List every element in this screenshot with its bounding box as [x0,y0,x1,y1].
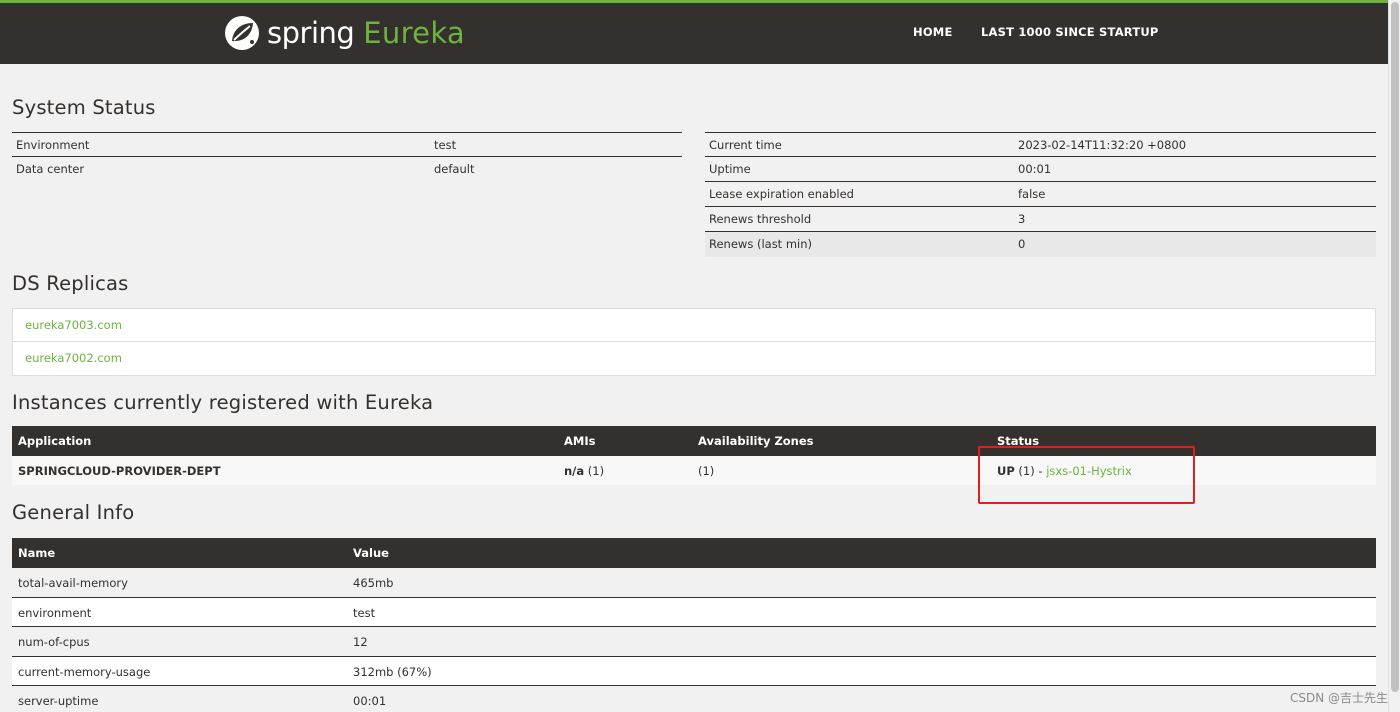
logo-text-spring: spring [267,16,355,50]
csdn-watermark: CSDN @吉士先生 [1289,691,1388,705]
spring-leaf-icon [225,16,259,50]
info-name: server-uptime [18,694,99,708]
table-row: Data center default [12,157,682,182]
info-value: 312mb (67%) [353,664,432,679]
nav-last-1000-link[interactable]: LAST 1000 SINCE STARTUP [981,25,1159,39]
general-info-table: Name Value total-avail-memory 465mb envi… [12,538,1376,712]
replica-link[interactable]: eureka7003.com [13,309,1375,342]
general-info-title: General Info [12,501,135,524]
nav-home-link[interactable]: HOME [913,25,953,39]
table-row: Lease expiration enabled false [705,182,1376,207]
datacenter-value: default [434,162,475,176]
top-navbar: spring Eureka HOME LAST 1000 SINCE START… [0,0,1388,64]
renews-last-min-label: Renews (last min) [709,237,813,251]
vertical-scrollbar[interactable] [1388,0,1400,712]
renews-threshold-label: Renews threshold [709,212,812,226]
system-status-right-table: Current time 2023-02-14T11:32:20 +0800 U… [705,132,1376,257]
logo-text-eureka: Eureka [363,16,465,50]
table-row: Renews (last min) 0 [705,232,1376,257]
table-row: Current time 2023-02-14T11:32:20 +0800 [705,132,1376,157]
col-amis: AMIs [564,434,596,448]
system-status-title: System Status [12,96,156,119]
info-value: test [353,605,376,620]
amis-cell: n/a (1) [564,464,604,478]
spring-eureka-logo[interactable]: spring Eureka [223,12,465,54]
scrollbar-thumb[interactable] [1391,2,1399,692]
info-name: num-of-cpus [18,635,90,649]
uptime-value: 00:01 [1018,162,1052,176]
lease-expiration-value: false [1018,187,1046,201]
table-row: current-memory-usage 312mb (67%) [12,656,1376,686]
info-name: total-avail-memory [18,576,128,590]
table-row: total-avail-memory 465mb [12,568,1376,598]
table-row: Uptime 00:01 [705,157,1376,182]
application-name: SPRINGCLOUD-PROVIDER-DEPT [18,464,221,478]
info-value: 465mb [353,576,394,590]
table-row: environment test [12,597,1376,627]
info-name: environment [18,605,92,620]
table-row: Renews threshold 3 [705,207,1376,232]
current-time-value: 2023-02-14T11:32:20 +0800 [1018,138,1187,152]
info-value: 12 [353,635,368,649]
replica-link[interactable]: eureka7002.com [13,342,1375,375]
table-row: Environment test [12,132,682,157]
lease-expiration-label: Lease expiration enabled [709,187,854,201]
table-row: num-of-cpus 12 [12,627,1376,657]
uptime-label: Uptime [709,162,751,176]
ds-replicas-title: DS Replicas [12,272,129,295]
renews-last-min-value: 0 [1018,237,1026,251]
col-name: Name [18,546,56,560]
env-label: Environment [16,138,90,152]
table-row: server-uptime 00:01 [12,686,1376,712]
col-value: Value [353,546,389,560]
col-availability-zones: Availability Zones [698,434,814,448]
instances-title: Instances currently registered with Eure… [12,391,434,414]
table-header: Name Value [12,538,1376,568]
status-highlight-box [978,446,1195,504]
env-value: test [434,138,457,152]
amis-value: n/a [564,464,585,478]
datacenter-label: Data center [16,162,85,176]
current-time-label: Current time [709,138,782,152]
ds-replicas-list: eureka7003.com eureka7002.com [12,308,1376,376]
col-application: Application [18,434,92,448]
renews-threshold-value: 3 [1018,212,1026,226]
info-value: 00:01 [353,694,387,708]
info-name: current-memory-usage [18,664,151,679]
system-status-left-table: Environment test Data center default [12,132,682,182]
amis-count: (1) [584,464,605,478]
zones-cell: (1) [698,464,715,478]
